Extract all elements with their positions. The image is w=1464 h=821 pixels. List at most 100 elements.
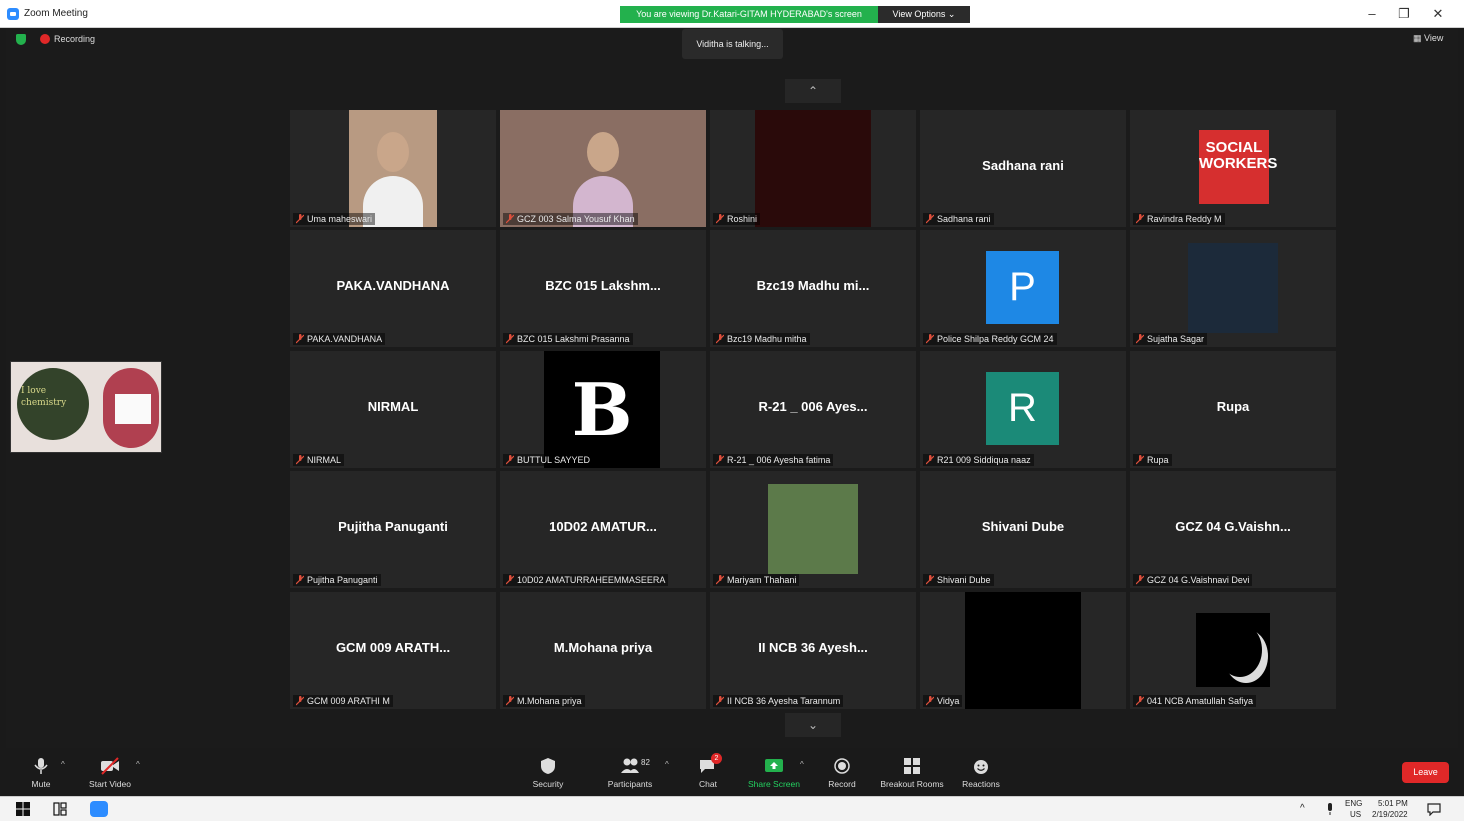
meeting-toolbar: Mute ^ Start Video ^ Security Participan… — [0, 748, 1464, 794]
share-screen-button[interactable]: Share Screen — [746, 748, 802, 794]
participant-tile[interactable]: Shivani Dube Shivani Dube — [920, 471, 1126, 588]
muted-microphone-icon — [296, 334, 304, 344]
participant-tile[interactable]: 10D02 AMATUR... 10D02 AMATURRAHEEMMASEERA — [500, 471, 706, 588]
participant-tile[interactable]: GCZ 04 G.Vaishn... GCZ 04 G.Vaishnavi Dev… — [1130, 471, 1336, 588]
audio-options-caret[interactable]: ^ — [61, 760, 65, 769]
self-view-video[interactable]: I love chemistry — [10, 361, 162, 453]
notifications-icon[interactable] — [1427, 802, 1441, 816]
clock-time[interactable]: 5:01 PM — [1378, 799, 1408, 808]
participant-tile[interactable]: Bzc19 Madhu mi... Bzc19 Madhu mitha — [710, 230, 916, 347]
chat-label: Chat — [699, 779, 717, 789]
participant-display-name: Rupa — [1216, 399, 1250, 414]
participant-name-label: R-21 _ 006 Ayesha fatima — [713, 454, 834, 466]
language-code[interactable]: ENG — [1345, 799, 1362, 808]
muted-microphone-icon — [926, 214, 934, 224]
participant-tile[interactable]: PAKA.VANDHANA PAKA.VANDHANA — [290, 230, 496, 347]
participants-options-caret[interactable]: ^ — [665, 760, 669, 769]
language-region[interactable]: US — [1350, 810, 1361, 819]
participant-tile[interactable]: Vidya — [920, 592, 1126, 709]
security-shield-icon[interactable] — [16, 34, 26, 45]
security-button[interactable]: Security — [528, 748, 568, 794]
participant-tile[interactable]: Rupa Rupa — [1130, 351, 1336, 468]
participant-tile[interactable]: Pujitha Panuganti Pujitha Panuganti — [290, 471, 496, 588]
participants-button[interactable]: Participants — [602, 748, 658, 794]
participant-tile[interactable]: GCZ 003 Salma Yousuf Khan — [500, 110, 706, 227]
zoom-taskbar-icon[interactable] — [90, 801, 108, 817]
participant-name-label: Vidya — [923, 695, 963, 707]
windows-start-icon[interactable] — [16, 802, 30, 816]
clock-date[interactable]: 2/19/2022 — [1372, 810, 1408, 819]
scroll-down-button[interactable]: ⌄ — [785, 713, 841, 737]
self-view-card — [115, 394, 151, 424]
participant-name-text: Ravindra Reddy M — [1147, 214, 1222, 224]
participant-avatar-image — [1196, 613, 1270, 687]
mute-label: Mute — [31, 779, 51, 789]
participant-avatar-logo: SOCIAL WORKERS — [1199, 130, 1277, 204]
zoom-logo-icon — [7, 8, 19, 20]
participant-video — [965, 592, 1081, 709]
reactions-label: Reactions — [962, 779, 1000, 789]
muted-microphone-icon — [926, 575, 934, 585]
microphone-tray-icon[interactable] — [1324, 802, 1336, 816]
viewing-screen-banner: You are viewing Dr.Katari-GITAM HYDERABA… — [620, 6, 878, 23]
muted-microphone-icon — [296, 214, 304, 224]
participant-tile[interactable]: M.Mohana priya M.Mohana priya — [500, 592, 706, 709]
participant-name-text: Police Shilpa Reddy GCM 24 — [937, 334, 1054, 344]
video-off-icon — [101, 757, 119, 775]
participant-tile[interactable]: Sadhana rani Sadhana rani — [920, 110, 1126, 227]
participant-tile[interactable]: Uma maheswari — [290, 110, 496, 227]
participant-tile[interactable]: 041 NCB Amatullah Safiya — [1130, 592, 1336, 709]
close-button[interactable]: ✕ — [1426, 5, 1450, 23]
reactions-button[interactable]: Reactions — [960, 748, 1002, 794]
task-view-icon[interactable] — [53, 802, 67, 816]
view-button[interactable]: ▦ View — [1413, 33, 1443, 44]
participant-display-name: BZC 015 Lakshm... — [545, 278, 661, 293]
participant-tile[interactable]: P Police Shilpa Reddy GCM 24 — [920, 230, 1126, 347]
participant-tile[interactable]: II NCB 36 Ayesh... II NCB 36 Ayesha Taran… — [710, 592, 916, 709]
participant-tile[interactable]: Roshini — [710, 110, 916, 227]
participant-name-label: M.Mohana priya — [503, 695, 585, 707]
participant-name-text: R21 009 Siddiqua naaz — [937, 455, 1031, 465]
recording-label: Recording — [54, 34, 96, 44]
participant-tile[interactable]: BZC 015 Lakshm... BZC 015 Lakshmi Prasann… — [500, 230, 706, 347]
participant-avatar-letter: R — [986, 372, 1059, 445]
participant-tile[interactable]: NIRMAL NIRMAL — [290, 351, 496, 468]
participant-display-name: Sadhana rani — [982, 158, 1064, 173]
participant-tile[interactable]: Mariyam Thahani — [710, 471, 916, 588]
participant-tile[interactable]: GCM 009 ARATH... GCM 009 ARATHI M — [290, 592, 496, 709]
self-view-text-1: I love — [21, 386, 47, 396]
participant-name-label: Mariyam Thahani — [713, 574, 800, 586]
tray-overflow-caret[interactable]: ^ — [1300, 803, 1305, 814]
participant-name-text: BUTTUL SAYYED — [517, 455, 591, 465]
participant-name-label: Police Shilpa Reddy GCM 24 — [923, 333, 1057, 345]
participants-label: Participants — [607, 779, 653, 789]
participant-tile[interactable]: Sujatha Sagar — [1130, 230, 1336, 347]
view-options-button[interactable]: View Options ⌄ — [878, 6, 970, 23]
participant-video — [500, 110, 706, 227]
mute-button[interactable]: Mute — [26, 748, 56, 794]
leave-button[interactable]: Leave — [1402, 762, 1449, 783]
breakout-rooms-button[interactable]: Breakout Rooms — [878, 748, 946, 794]
participant-tile[interactable]: R-21 _ 006 Ayes... R-21 _ 006 Ayesha fati… — [710, 351, 916, 468]
share-options-caret[interactable]: ^ — [800, 760, 804, 769]
participant-tile[interactable]: B BUTTUL SAYYED — [500, 351, 706, 468]
shield-icon — [541, 758, 555, 774]
participant-name-label: Ravindra Reddy M — [1133, 213, 1225, 225]
video-options-caret[interactable]: ^ — [136, 760, 140, 769]
participant-tile[interactable]: SOCIAL WORKERS Ravindra Reddy M — [1130, 110, 1336, 227]
participant-name-label: GCM 009 ARATHI M — [293, 695, 393, 707]
participant-tile[interactable]: R R21 009 Siddiqua naaz — [920, 351, 1126, 468]
participant-name-label: PAKA.VANDHANA — [293, 333, 386, 345]
record-button[interactable]: Record — [826, 748, 858, 794]
scroll-up-button[interactable]: ⌃ — [785, 79, 841, 103]
restore-button[interactable]: ❐ — [1392, 5, 1416, 23]
participant-name-text: GCM 009 ARATHI M — [307, 696, 390, 706]
muted-microphone-icon — [926, 334, 934, 344]
start-video-button[interactable]: Start Video — [86, 748, 134, 794]
breakout-rooms-label: Breakout Rooms — [880, 779, 944, 789]
muted-microphone-icon — [716, 696, 724, 706]
participant-name-text: 10D02 AMATURRAHEEMMASEERA — [517, 575, 666, 585]
muted-microphone-icon — [926, 455, 934, 465]
minimize-button[interactable]: – — [1360, 5, 1384, 23]
moon-icon — [1218, 623, 1262, 677]
